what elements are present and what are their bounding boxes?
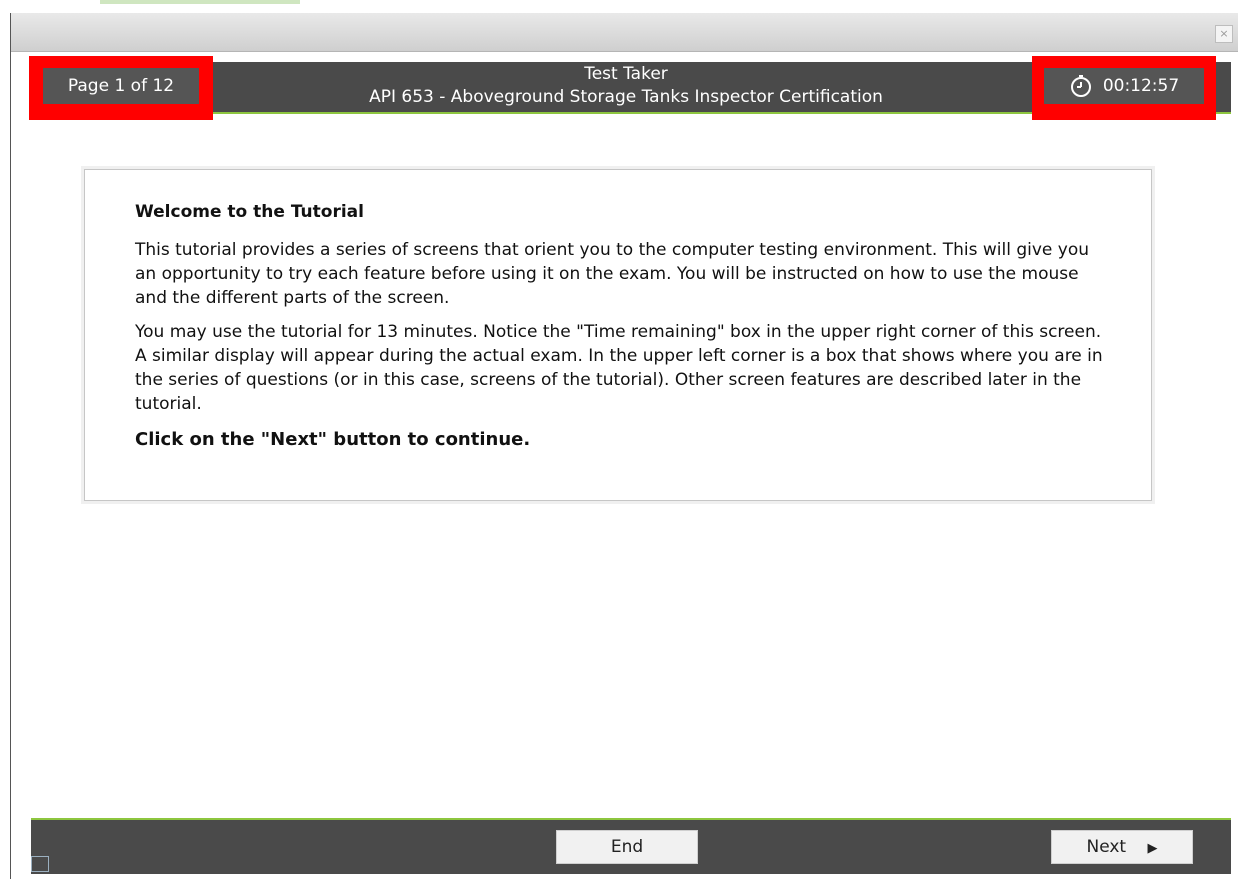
page-indicator: Page 1 of 12 <box>43 68 199 104</box>
next-button-label: Next <box>1086 837 1127 857</box>
tutorial-paragraph-2: You may use the tutorial for 13 minutes.… <box>135 322 1103 414</box>
stopwatch-icon <box>1069 74 1093 98</box>
corner-box <box>31 856 49 872</box>
tutorial-paragraph-1: This tutorial provides a series of scree… <box>135 240 1089 308</box>
tutorial-content-panel: Welcome to the Tutorial This tutorial pr… <box>84 169 1152 501</box>
footer-bar: End Next ▶ <box>31 818 1231 874</box>
end-button[interactable]: End <box>556 830 698 864</box>
header-title-block: Test Taker API 653 - Aboveground Storage… <box>311 63 941 109</box>
test-taker-name: Test Taker <box>584 64 668 84</box>
tutorial-instruction: Click on the "Next" button to continue. <box>135 429 531 450</box>
timer-value: 00:12:57 <box>1102 76 1180 96</box>
timer-highlight: 00:12:57 <box>1032 56 1216 120</box>
page-indicator-highlight: Page 1 of 12 <box>29 56 213 120</box>
exam-title: API 653 - Aboveground Storage Tanks Insp… <box>369 87 883 107</box>
next-button[interactable]: Next ▶ <box>1051 830 1193 864</box>
background-strip <box>0 0 1238 12</box>
close-icon[interactable]: × <box>1215 25 1233 43</box>
tutorial-text: Welcome to the Tutorial This tutorial pr… <box>135 200 1115 452</box>
background-app-hint <box>100 0 300 4</box>
window-titlebar: × <box>11 13 1238 52</box>
play-arrow-icon: ▶ <box>1147 841 1158 856</box>
end-button-label: End <box>610 837 644 857</box>
exam-window: × Page 1 of 12 Test Taker API 653 - Abov… <box>10 13 1238 879</box>
timer-display: 00:12:57 <box>1044 68 1204 104</box>
tutorial-heading: Welcome to the Tutorial <box>135 202 364 222</box>
